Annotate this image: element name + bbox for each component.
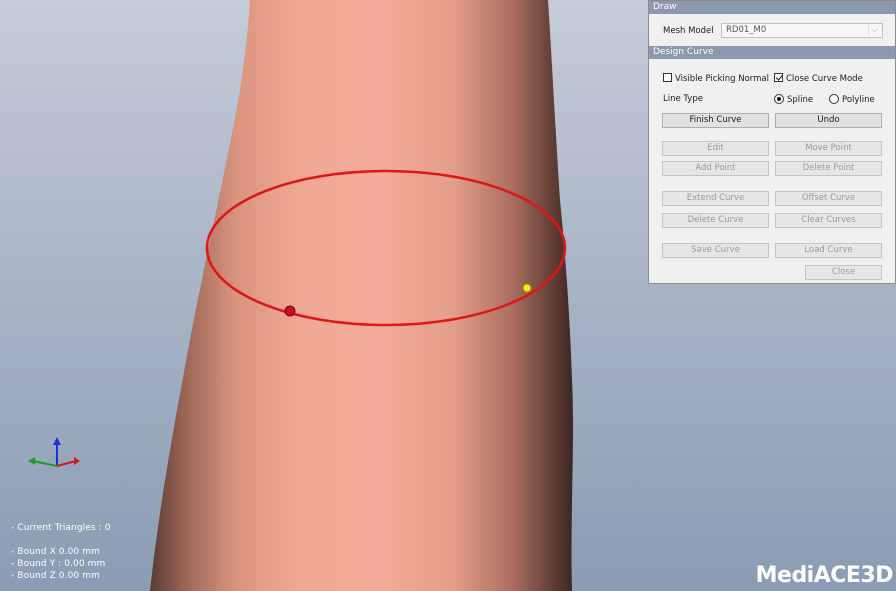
move-point-button[interactable]: Move Point [775,141,882,156]
polyline-radio[interactable]: Polyline [829,94,875,105]
chevron-down-icon[interactable]: ⌵ [868,25,880,36]
mesh-model-select[interactable]: RD01_M0 ⌵ [721,23,883,38]
clear-curves-button[interactable]: Clear Curves [775,213,882,228]
axis-gizmo [28,437,80,467]
draw-panel-title: Draw [649,1,895,14]
delete-curve-button[interactable]: Delete Curve [662,213,769,228]
close-curve-mode-checkbox[interactable]: Close Curve Mode [774,73,863,84]
spline-radio[interactable]: Spline [774,94,813,105]
design-curve-section-title: Design Curve [649,46,895,59]
close-button[interactable]: Close [805,265,882,280]
triangle-count: - Current Triangles : 0 [11,523,111,533]
finish-curve-button[interactable]: Finish Curve [662,113,769,128]
close-curve-mode-label: Close Curve Mode [786,74,863,84]
visible-picking-normal-label: Visible Picking Normal [675,74,769,84]
checkbox-icon[interactable] [663,73,672,82]
load-curve-button[interactable]: Load Curve [775,243,882,258]
add-point-button[interactable]: Add Point [662,161,769,176]
curve-end-point[interactable] [522,283,532,293]
radio-selected-icon[interactable] [774,94,784,104]
curve-start-point[interactable] [284,305,296,317]
save-curve-button[interactable]: Save Curve [662,243,769,258]
bound-y: - Bound Y : 0.00 mm [11,559,106,569]
polyline-label: Polyline [842,95,875,105]
mediace3d-logo: MediACE3D [755,563,894,588]
mesh-model-label: Mesh Model [663,26,714,36]
line-type-label: Line Type [663,94,703,104]
extend-curve-button[interactable]: Extend Curve [662,191,769,206]
checkbox-checked-icon[interactable] [774,73,783,82]
edit-button[interactable]: Edit [662,141,769,156]
offset-curve-button[interactable]: Offset Curve [775,191,882,206]
bound-z: - Bound Z 0.00 mm [11,571,100,581]
radio-icon[interactable] [829,94,839,104]
bound-x: - Bound X 0.00 mm [11,547,100,557]
mesh-model-value: RD01_M0 [726,25,767,35]
spline-label: Spline [787,95,814,105]
delete-point-button[interactable]: Delete Point [775,161,882,176]
undo-button[interactable]: Undo [775,113,882,128]
leg-mesh[interactable] [150,0,573,591]
visible-picking-normal-checkbox[interactable]: Visible Picking Normal [663,73,769,84]
draw-panel: Draw Mesh Model RD01_M0 ⌵ Design Curve V… [648,0,896,284]
